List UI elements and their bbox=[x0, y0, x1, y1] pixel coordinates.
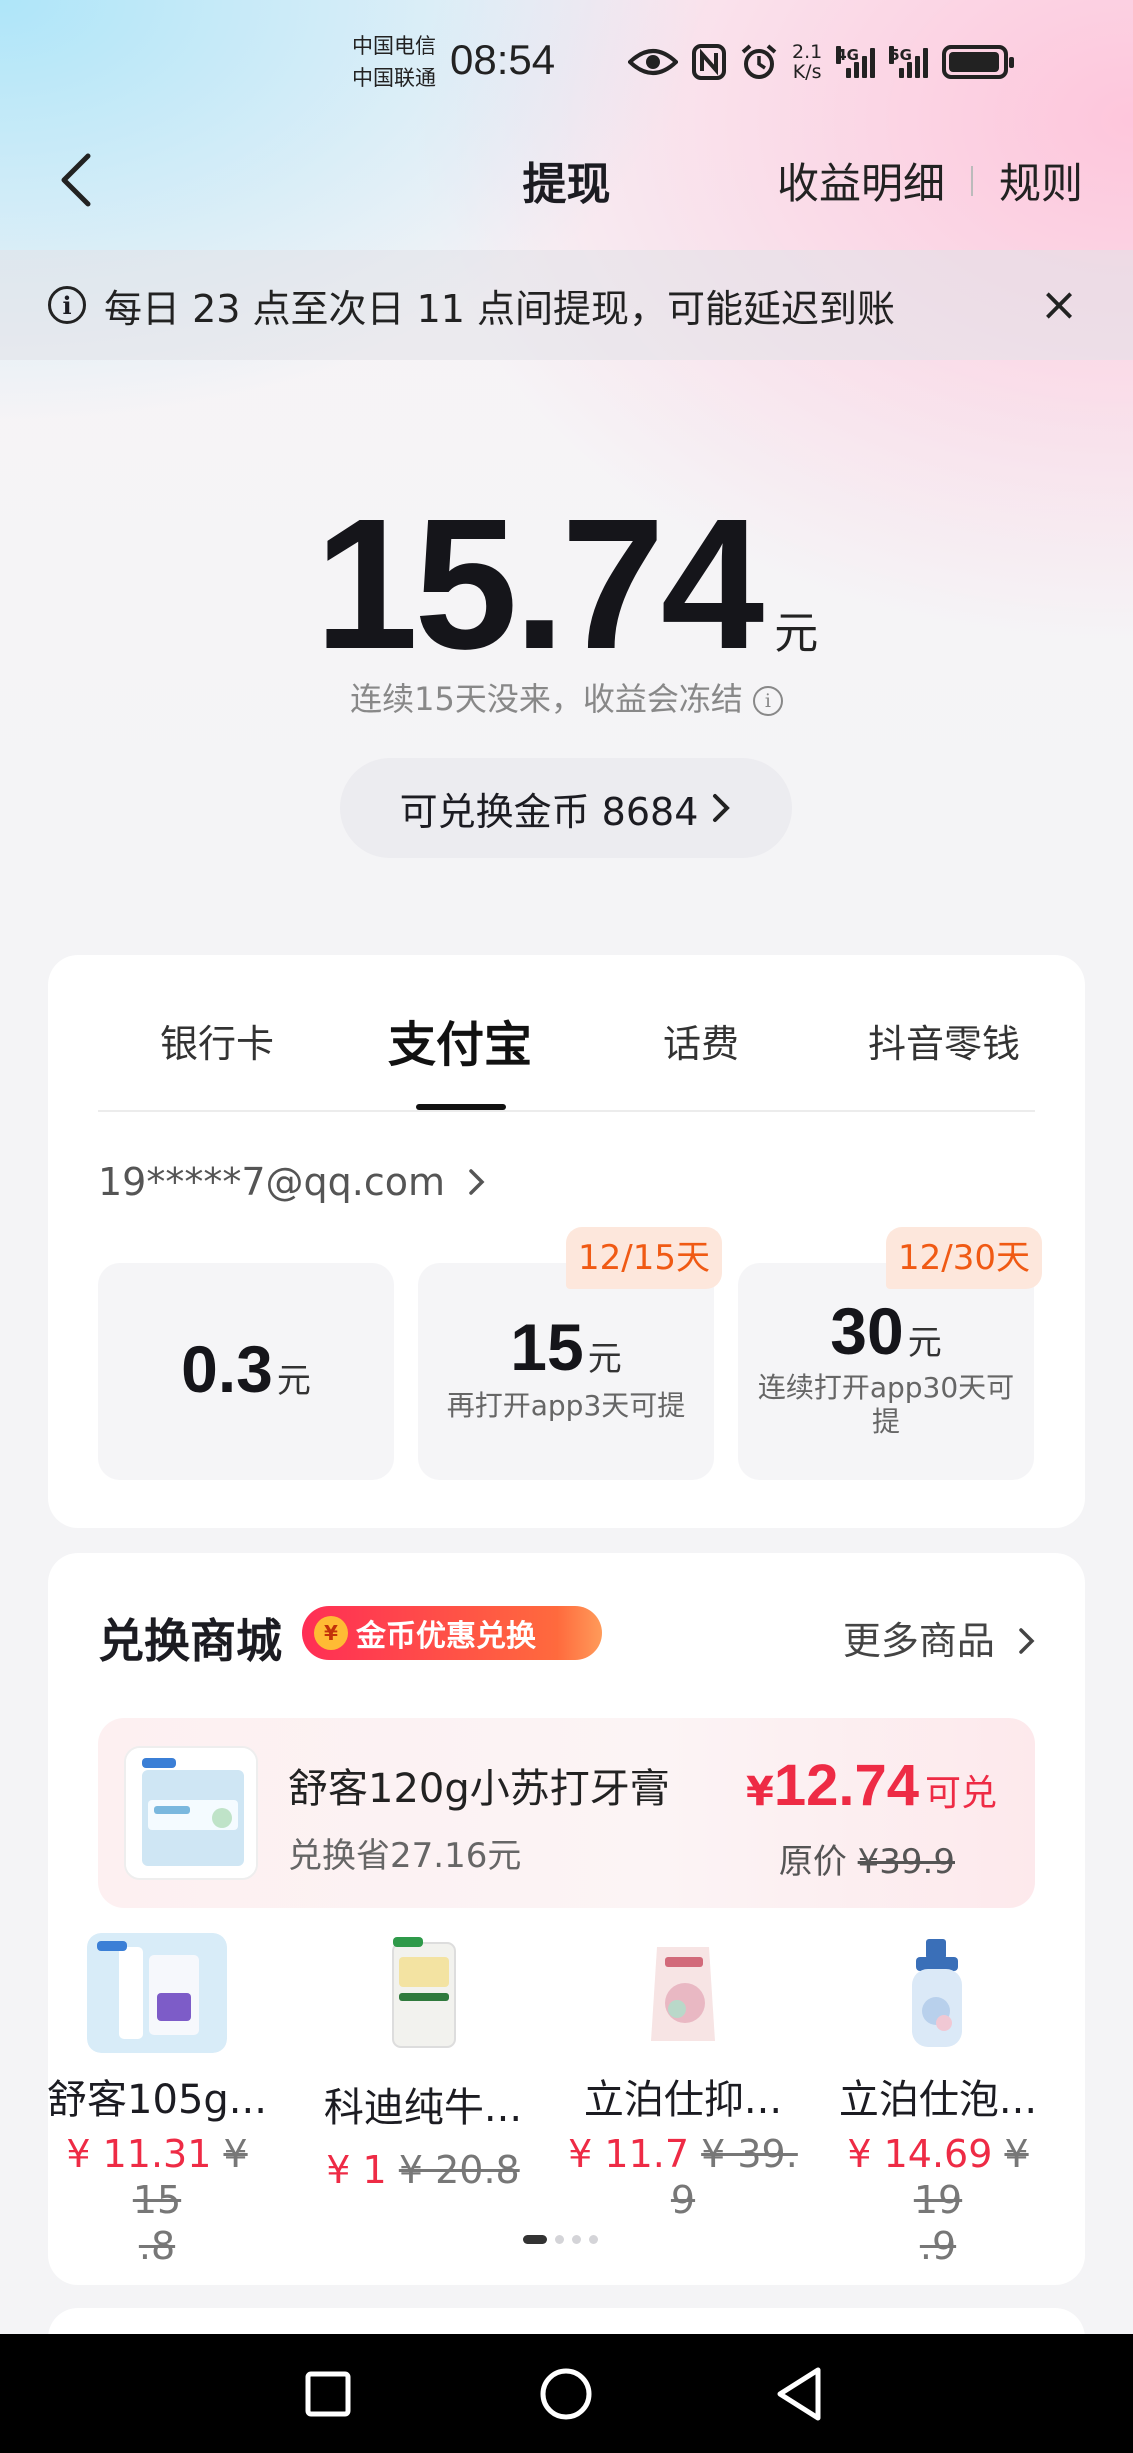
carousel-dot bbox=[555, 2235, 564, 2244]
product-price: ¥ 14.69 ¥ 19.9 bbox=[847, 2132, 1029, 2268]
featured-saving: 兑换省27.16元 bbox=[288, 1836, 522, 1876]
withdraw-card: 银行卡 支付宝 话费 抖音零钱 19*****7@qq.com 0.3 元 12/… bbox=[48, 955, 1085, 1528]
info-icon: i bbox=[48, 286, 86, 324]
account-selector[interactable]: 19*****7@qq.com bbox=[98, 1160, 487, 1204]
product-name: 立泊仕泡... bbox=[838, 2077, 1038, 2123]
carousel-dot bbox=[589, 2235, 598, 2244]
chevron-right-icon bbox=[469, 1169, 485, 1195]
product-card[interactable]: 立泊仕泡... ¥ 14.69 ¥ 19.9 bbox=[823, 1933, 1053, 2269]
status-icons: 2.1 K/s 4G 5G bbox=[628, 34, 1015, 90]
tab-bank-card[interactable]: 银行卡 bbox=[160, 1013, 274, 1068]
coin-icon: ¥ bbox=[314, 1616, 348, 1650]
nav-actions: 收益明细 规则 bbox=[777, 150, 1083, 211]
product-image bbox=[87, 1933, 227, 2053]
mall-title: 兑换商城 bbox=[98, 1614, 282, 1668]
carousel-dot bbox=[572, 2235, 581, 2244]
status-bar: 中国电信 中国联通 08:54 2.1 K/s 4G 5G bbox=[0, 0, 1133, 120]
tab-douyin-wallet[interactable]: 抖音零钱 bbox=[868, 1013, 1020, 1068]
product-price: ¥ 11.31 ¥ 15.8 bbox=[66, 2132, 248, 2268]
withdraw-tabs: 银行卡 支付宝 话费 抖音零钱 bbox=[98, 955, 1035, 1112]
product-image bbox=[613, 1933, 753, 2053]
more-products-link[interactable]: 更多商品 bbox=[843, 1610, 1037, 1665]
featured-product-name: 舒客120g小苏打牙膏 bbox=[288, 1766, 670, 1812]
clock: 08:54 bbox=[450, 36, 556, 83]
progress-badge: 12/30天 bbox=[886, 1227, 1042, 1289]
net-speed-unit: K/s bbox=[792, 61, 822, 83]
product-name: 立泊仕抑... bbox=[583, 2077, 783, 2123]
coin-discount-badge: ¥ 金币优惠兑换 bbox=[302, 1606, 602, 1660]
earnings-detail-link[interactable]: 收益明细 bbox=[777, 150, 945, 211]
featured-product[interactable]: 舒客120g小苏打牙膏 兑换省27.16元 ¥12.74 可兑 原价 ¥39.9 bbox=[98, 1718, 1035, 1908]
notice-banner: i 每日 23 点至次日 11 点间提现，可能延迟到账 × bbox=[0, 250, 1133, 360]
net-speed-value: 2.1 bbox=[792, 41, 823, 63]
product-image bbox=[868, 1933, 1008, 2053]
battery-icon bbox=[942, 45, 1015, 79]
carousel-indicator bbox=[523, 2235, 598, 2244]
eye-icon bbox=[628, 49, 678, 75]
tab-indicator bbox=[416, 1104, 506, 1110]
badge-label: 金币优惠兑换 bbox=[356, 1619, 536, 1654]
product-name: 科迪纯牛... bbox=[323, 2085, 523, 2131]
balance-display: 15.74 元 bbox=[0, 490, 1133, 680]
chevron-right-icon bbox=[713, 794, 731, 822]
carrier-names: 中国电信 中国联通 bbox=[352, 30, 436, 94]
nav-divider bbox=[970, 165, 973, 196]
signal-icon: 5G bbox=[889, 46, 929, 78]
amount-value: 30 元 bbox=[830, 1294, 942, 1368]
signal-2-label: 5G bbox=[889, 46, 912, 64]
more-products-label: 更多商品 bbox=[842, 1619, 995, 1663]
freeze-note-text: 连续15天没来，收益会冻结 bbox=[350, 680, 743, 718]
featured-original-price: 原价 ¥39.9 bbox=[778, 1842, 955, 1882]
notice-text: 每日 23 点至次日 11 点间提现，可能延迟到账 bbox=[104, 286, 896, 331]
amount-value: 15 元 bbox=[510, 1310, 622, 1384]
amount-condition: 再打开app3天可提 bbox=[446, 1389, 686, 1422]
rules-link[interactable]: 规则 bbox=[999, 150, 1083, 211]
freeze-note: 连续15天没来，收益会冻结 i bbox=[0, 674, 1133, 720]
home-icon[interactable] bbox=[528, 2356, 604, 2432]
amount-option-15[interactable]: 12/15天 15 元 再打开app3天可提 bbox=[418, 1227, 722, 1480]
signal-1-label: 4G bbox=[836, 46, 859, 64]
balance-unit: 元 bbox=[774, 608, 819, 659]
coins-label: 可兑换金币 8684 bbox=[399, 789, 699, 834]
product-card[interactable]: 科迪纯牛... ¥ 1 ¥ 20.8 bbox=[308, 1933, 538, 2193]
tab-phone-credit[interactable]: 话费 bbox=[663, 1013, 739, 1068]
amount-condition: 连续打开app30天可 提 bbox=[757, 1371, 1015, 1438]
chevron-right-icon bbox=[1019, 1628, 1035, 1654]
system-navigation-bar bbox=[0, 2334, 1133, 2453]
product-image bbox=[124, 1746, 258, 1880]
product-price: ¥ 1 ¥ 20.8 bbox=[326, 2148, 520, 2192]
amount-value: 0.3 元 bbox=[181, 1332, 311, 1406]
carousel-dot-active bbox=[523, 2235, 547, 2244]
amount-option-30[interactable]: 12/30天 30 元 连续打开app30天可 提 bbox=[738, 1227, 1042, 1480]
net-speed: 2.1 K/s bbox=[792, 42, 822, 82]
coins-exchange-button[interactable]: 可兑换金币 8684 bbox=[340, 758, 792, 858]
alarm-icon bbox=[741, 44, 777, 79]
recent-apps-icon[interactable] bbox=[290, 2356, 366, 2432]
product-card[interactable]: 立泊仕抑... ¥ 11.7 ¥ 39. 9 bbox=[568, 1933, 798, 2223]
back-icon[interactable] bbox=[764, 2356, 840, 2432]
close-icon[interactable]: × bbox=[1037, 281, 1081, 327]
signal-icon: 4G bbox=[836, 46, 876, 78]
nfc-icon bbox=[692, 44, 726, 80]
product-name: 舒客105g... bbox=[47, 2077, 267, 2123]
account-email: 19*****7@qq.com bbox=[98, 1160, 446, 1204]
product-price: ¥ 11.7 ¥ 39. 9 bbox=[568, 2132, 798, 2222]
progress-badge: 12/15天 bbox=[566, 1227, 722, 1289]
tab-alipay[interactable]: 支付宝 bbox=[388, 1005, 532, 1075]
product-image bbox=[353, 1933, 493, 2053]
exchange-mall-card: 兑换商城 ¥ 金币优惠兑换 更多商品 舒客120g小苏打牙膏 兑换省27.16元… bbox=[47, 1553, 1085, 2285]
carrier-2: 中国联通 bbox=[352, 66, 436, 90]
balance-amount: 15.74 bbox=[314, 481, 764, 688]
amount-option-0-3[interactable]: 0.3 元 bbox=[98, 1263, 394, 1480]
info-icon[interactable]: i bbox=[752, 686, 783, 716]
back-arrow-icon[interactable] bbox=[54, 150, 100, 210]
featured-price: ¥12.74 可兑 bbox=[745, 1753, 997, 1818]
carrier-1: 中国电信 bbox=[352, 34, 436, 58]
product-card[interactable]: 舒客105g... ¥ 11.31 ¥ 15.8 bbox=[42, 1933, 272, 2269]
